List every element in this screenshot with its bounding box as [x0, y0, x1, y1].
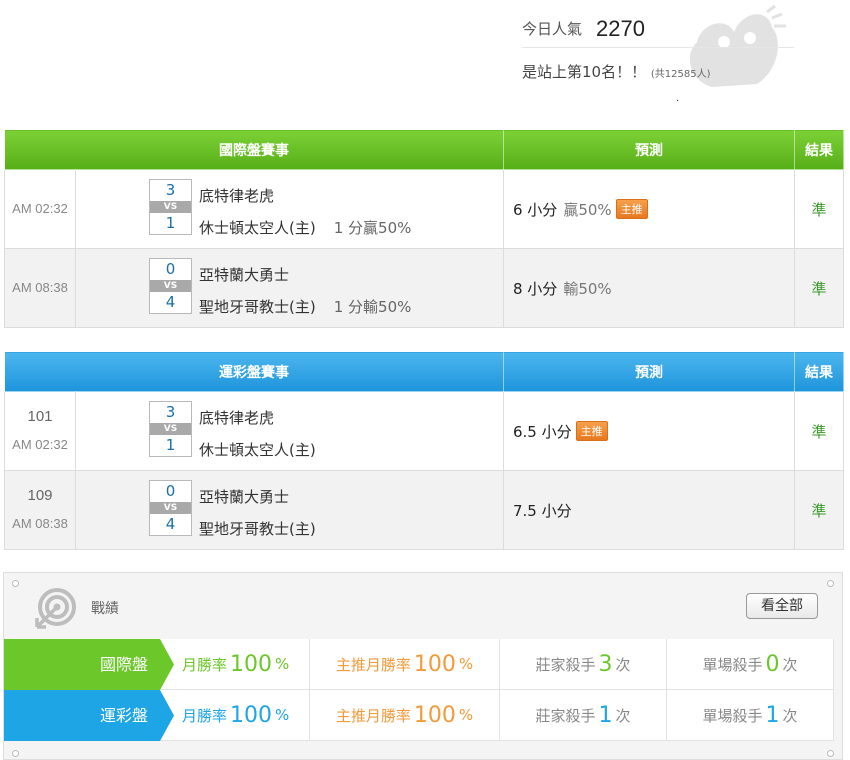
- result-value: 準: [794, 169, 844, 249]
- handicap: 1 分輸50%: [333, 298, 412, 316]
- vs-badge: VS: [150, 280, 191, 292]
- popularity-panel: 今日人氣 2270 是站上第10名！！ (共12585人) .: [522, 10, 794, 104]
- vs-badge: VS: [150, 423, 191, 435]
- monthly-win-rate: 月勝率 100%: [160, 639, 310, 690]
- pin-icon: [12, 750, 19, 757]
- team-home: 休士頓太空人(主): [199, 441, 316, 459]
- table-row: AM 08:38 0 VS 4 亞特蘭大勇士 聖地牙哥教士(主) 1 分輸50% 8 …: [4, 248, 844, 328]
- banker-killer: 莊家殺手 1 次: [500, 690, 667, 741]
- header-intl-games: 國際盤賽事: [4, 129, 504, 170]
- header-result: 結果: [794, 129, 844, 170]
- record-panel: 戰績 看全部 國際盤 月勝率 100% 主推月勝率 100% 莊家殺手 3 次 單場殺手…: [3, 572, 843, 760]
- result-value: 準: [794, 470, 844, 550]
- score-away: 0: [165, 260, 176, 278]
- monthly-win-rate: 月勝率 100%: [160, 690, 310, 741]
- game-time: AM 08:38: [12, 280, 68, 295]
- score-away: 3: [165, 403, 176, 421]
- header-prediction: 預測: [503, 351, 795, 392]
- target-icon: [35, 588, 76, 629]
- single-game-killer: 單場殺手 1 次: [667, 690, 834, 741]
- prediction-value: 6 小分: [513, 200, 558, 219]
- handicap: 1 分贏50%: [333, 219, 412, 237]
- score-home: 4: [165, 293, 176, 311]
- prediction-rate: 輸50%: [563, 279, 612, 298]
- score-away: 3: [165, 181, 176, 199]
- vs-badge: VS: [150, 201, 191, 213]
- team-away: 亞特蘭大勇士: [199, 266, 290, 284]
- rank-text: 是站上第10名！！: [522, 63, 647, 81]
- pin-icon: [827, 580, 834, 587]
- scoreboard: 0 VS 4: [149, 258, 192, 314]
- vs-badge: VS: [150, 502, 191, 514]
- pin-icon: [827, 750, 834, 757]
- score-home: 1: [165, 214, 176, 232]
- lottery-games-table: 運彩盤賽事 預測 結果 101 AM 02:32 3 VS 1 底特律老虎 休士頓太空…: [4, 351, 844, 550]
- popularity-count: 2270: [596, 15, 645, 41]
- banker-killer: 莊家殺手 3 次: [500, 639, 667, 690]
- international-games-table: 國際盤賽事 預測 結果 AM 02:32 3 VS 1 底特律老虎 休士頓太空人(主…: [4, 129, 844, 328]
- score-home: 4: [165, 515, 176, 533]
- total-users: (共12585人): [650, 69, 711, 80]
- result-value: 準: [794, 248, 844, 328]
- view-all-button[interactable]: 看全部: [746, 593, 818, 619]
- game-time: AM 08:38: [12, 516, 68, 531]
- prediction-value: 6.5 小分: [513, 422, 572, 441]
- main-pick-monthly-rate: 主推月勝率 100%: [310, 690, 500, 741]
- table-row: 101 AM 02:32 3 VS 1 底特律老虎 休士頓太空人(主) 6.5 小分主…: [4, 391, 844, 471]
- game-time: AM 02:32: [12, 437, 68, 452]
- main-pick-badge: 主推: [575, 420, 608, 441]
- scoreboard: 3 VS 1: [149, 401, 192, 457]
- score-home: 1: [165, 436, 176, 454]
- team-away: 亞特蘭大勇士: [199, 488, 290, 506]
- main-pick-badge: 主推: [615, 198, 648, 219]
- header-result: 結果: [794, 351, 844, 392]
- table-row: 109 AM 08:38 0 VS 4 亞特蘭大勇士 聖地牙哥教士(主) 7.5 小分…: [4, 470, 844, 550]
- result-value: 準: [794, 391, 844, 471]
- record-title: 戰績: [91, 601, 119, 617]
- prediction-value: 8 小分: [513, 279, 558, 298]
- single-game-killer: 單場殺手 0 次: [667, 639, 834, 690]
- main-pick-monthly-rate: 主推月勝率 100%: [310, 639, 500, 690]
- game-number: 101: [27, 408, 53, 425]
- record-row-lottery: 運彩盤 月勝率 100% 主推月勝率 100% 莊家殺手 1 次 單場殺手 1 次: [4, 690, 842, 741]
- prediction-rate: 贏50%: [563, 200, 612, 219]
- header-lottery-games: 運彩盤賽事: [4, 351, 504, 392]
- team-away: 底特律老虎: [199, 409, 275, 427]
- record-row-label: 國際盤: [4, 639, 174, 690]
- team-home: 休士頓太空人(主): [199, 219, 316, 237]
- prediction-value: 7.5 小分: [513, 501, 572, 520]
- dot-mark: .: [676, 93, 680, 104]
- record-row-label: 運彩盤: [4, 690, 174, 741]
- record-row-intl: 國際盤 月勝率 100% 主推月勝率 100% 莊家殺手 3 次 單場殺手 0 次: [4, 639, 842, 690]
- game-number: 109: [27, 487, 53, 504]
- score-away: 0: [165, 482, 176, 500]
- team-home: 聖地牙哥教士(主): [199, 520, 316, 538]
- table-row: AM 02:32 3 VS 1 底特律老虎 休士頓太空人(主) 1 分贏50% 6 小…: [4, 169, 844, 249]
- scoreboard: 0 VS 4: [149, 480, 192, 536]
- scoreboard: 3 VS 1: [149, 179, 192, 235]
- header-prediction: 預測: [503, 129, 795, 170]
- team-away: 底特律老虎: [199, 187, 275, 205]
- popularity-label: 今日人氣: [522, 20, 583, 38]
- game-time: AM 02:32: [12, 201, 68, 216]
- team-home: 聖地牙哥教士(主): [199, 298, 316, 316]
- pin-icon: [12, 580, 19, 587]
